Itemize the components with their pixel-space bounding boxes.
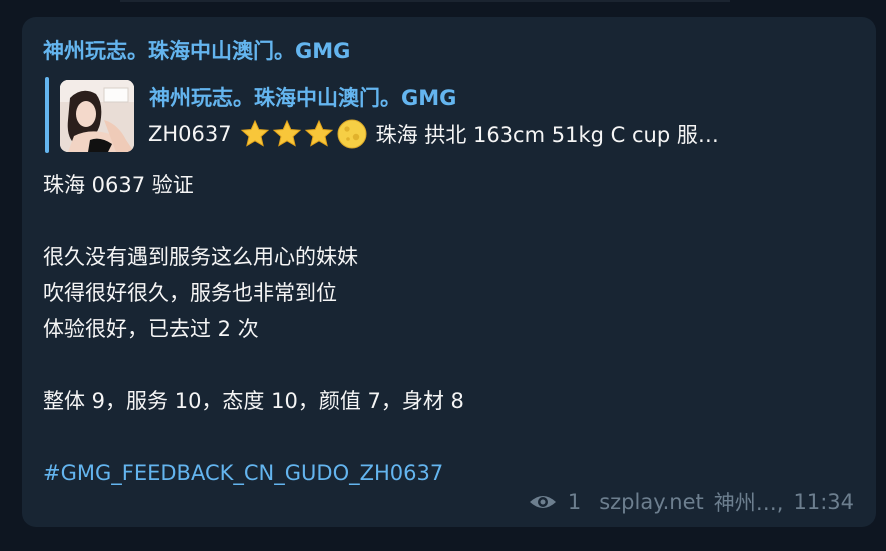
footer-site: szplay.net xyxy=(599,490,704,514)
message-line: 整体 9，服务 10，态度 10，颜值 7，身材 8 xyxy=(43,389,464,413)
message-body: 珠海 0637 验证 很久没有遇到服务这么用心的妹妹 吹得很好很久，服务也非常到… xyxy=(43,167,843,491)
channel-message-bubble[interactable]: 神州玩志。珠海中山澳门。GMG 神州玩志。珠海中山澳门。GMG ZH0637 珠… xyxy=(22,17,876,527)
reply-text: ZH0637 珠海 拱北 163cm 51kg C cup 服… xyxy=(148,118,838,150)
rating-emoji-row xyxy=(240,118,368,150)
message-line: 珠海 0637 验证 xyxy=(43,173,194,197)
message-line xyxy=(43,203,843,239)
message-footer: 1 szplay.net 神州…, 11:34 xyxy=(528,487,854,517)
reply-thumbnail[interactable] xyxy=(60,80,134,152)
reply-code: ZH0637 xyxy=(148,122,232,146)
channel-name[interactable]: 神州玩志。珠海中山澳门。GMG xyxy=(43,35,350,65)
footer-author: 神州…, xyxy=(713,491,784,515)
star-icon xyxy=(240,119,269,147)
eye-icon xyxy=(529,496,556,508)
hashtag-link[interactable]: #GMG_FEEDBACK_CN_GUDO_ZH0637 xyxy=(43,461,443,485)
message-time: 11:34 xyxy=(793,490,854,514)
moon-icon xyxy=(337,119,367,149)
message-line xyxy=(43,347,843,383)
previous-message-edge xyxy=(120,0,730,2)
star-icon xyxy=(272,119,301,147)
star-icon xyxy=(304,119,333,147)
reply-accent-bar xyxy=(45,77,49,153)
message-line: 吹得很好很久，服务也非常到位 xyxy=(43,281,337,305)
reply-details: 珠海 拱北 163cm 51kg C cup 服… xyxy=(375,123,719,147)
reply-preview[interactable]: 神州玩志。珠海中山澳门。GMG ZH0637 珠海 拱北 163cm 51kg … xyxy=(43,77,843,153)
message-line xyxy=(43,419,843,455)
view-count: 1 xyxy=(567,490,582,514)
message-line: 体验很好，已去过 2 次 xyxy=(43,317,259,341)
message-line: 很久没有遇到服务这么用心的妹妹 xyxy=(43,245,358,269)
reply-title: 神州玩志。珠海中山澳门。GMG xyxy=(149,86,457,110)
